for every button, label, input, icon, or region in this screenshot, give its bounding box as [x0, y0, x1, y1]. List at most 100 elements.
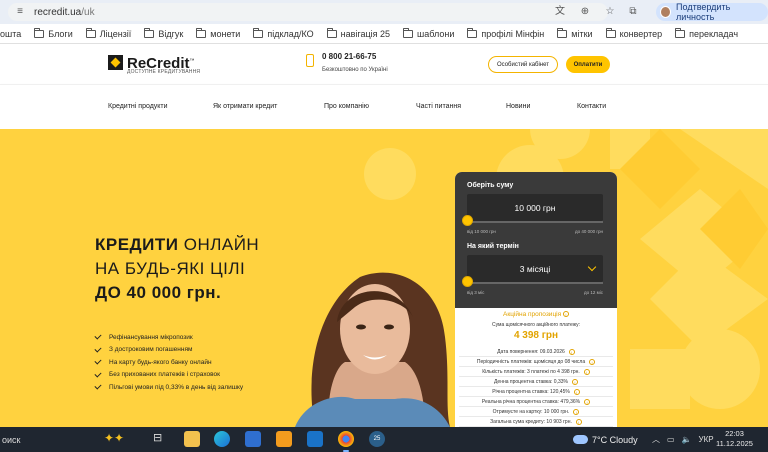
folder-icon	[605, 27, 616, 38]
folder-icon	[253, 27, 264, 38]
translate-icon[interactable]: 文	[554, 6, 566, 18]
copilot-sparkle-icon[interactable]: ✦✦	[104, 431, 124, 445]
feature-list: Рефінансування мікропозик З достроковим …	[94, 331, 243, 394]
chevron-up-icon[interactable]: ︿	[652, 434, 660, 445]
extensions-icon[interactable]: ⧉	[627, 6, 639, 18]
feature-item: З достроковим погашенням	[94, 344, 243, 357]
feature-item: Без прихованих платежів і страховок	[94, 369, 243, 382]
system-tray: ︿ ▭ 🔈 УКР	[652, 427, 714, 452]
folder-icon	[144, 27, 155, 38]
promo-detail-row: Періодичність платежів: щомісяця до 08 ч…	[459, 358, 613, 367]
term-slider-track[interactable]	[467, 282, 603, 284]
feature-item: Пільгові умови під 0,33% в день від зали…	[94, 381, 243, 394]
amount-slider-track[interactable]	[467, 221, 603, 223]
weather-widget[interactable]: 7°C Cloudy	[573, 427, 638, 452]
logo[interactable]: ReCredit™ ДОСТУПНЕ КРЕДИТУВАННЯ	[108, 54, 200, 75]
site-info-icon[interactable]: ≡	[14, 6, 26, 18]
check-icon	[94, 357, 102, 365]
url-text[interactable]: recredit.ua/uk	[34, 7, 95, 18]
loan-calculator: Оберіть суму 10 000 грн від 10 000 грн д…	[455, 172, 617, 427]
avatar	[660, 6, 672, 18]
bookmark-item[interactable]: Відгук	[144, 27, 183, 39]
info-icon[interactable]: i	[571, 379, 578, 385]
term-slider-handle[interactable]	[462, 276, 473, 287]
check-icon	[94, 382, 102, 390]
info-icon[interactable]: i	[573, 409, 580, 415]
bookmark-item[interactable]: шаблони	[403, 27, 454, 39]
hero-section: КРЕДИТИ ОНЛАЙН НА БУДЬ-ЯКІ ЦІЛІ ДО 40 00…	[0, 129, 768, 427]
app-icon-orange[interactable]	[276, 431, 292, 447]
info-icon[interactable]: i	[573, 389, 580, 395]
promo-summary: Акційна пропозиція i Сума щомісячного ак…	[455, 308, 617, 427]
feature-item: Рефінансування мікропозик	[94, 331, 243, 344]
volume-icon[interactable]: 🔈	[682, 435, 692, 444]
browser-toolbar: ≡ recredit.ua/uk 文 ⊕ ☆ ⧉ Подтвердить лич…	[0, 0, 768, 24]
bookmarks-bar: ошта Блоги Ліцензії Відгук монети підклад/КО н…	[0, 24, 768, 44]
promo-detail-row: Кількість платежів: 3 платежі по 4 398 г…	[459, 368, 613, 377]
bookmark-item[interactable]: профілі Мінфін	[467, 27, 544, 39]
info-icon[interactable]: i	[568, 349, 575, 355]
hero-woman-photo	[295, 272, 450, 427]
logo-tagline: ДОСТУПНЕ КРЕДИТУВАННЯ	[127, 69, 201, 75]
nav-news[interactable]: Новини	[506, 103, 530, 110]
promo-detail-row: Отримуєте на картку: 10 000 грн. i	[459, 408, 613, 417]
bookmark-star-icon[interactable]: ☆	[604, 6, 616, 18]
folder-icon	[85, 27, 96, 38]
clock[interactable]: 22:03 11.12.2025	[716, 429, 753, 449]
bookmark-item[interactable]: ошта	[0, 29, 21, 39]
nav-how-to-get[interactable]: Як отримати кредит	[213, 103, 277, 110]
file-explorer-icon[interactable]	[184, 431, 200, 447]
feature-item: На карту будь-якого банку онлайн	[94, 356, 243, 369]
info-icon[interactable]: i	[575, 419, 582, 425]
check-icon	[94, 370, 102, 378]
zoom-icon[interactable]: ⊕	[579, 6, 591, 18]
bookmark-item[interactable]: Блоги	[34, 27, 73, 39]
language-indicator[interactable]: УКР	[699, 435, 714, 444]
site-header: ReCredit™ ДОСТУПНЕ КРЕДИТУВАННЯ 0 800 21…	[0, 44, 768, 84]
windows-taskbar: оиск ✦✦ ⊟ 25 7°C Cloudy ︿ ▭ 🔈 УКР 22:03 …	[0, 427, 768, 452]
promo-payment: 4 398 грн	[513, 330, 559, 341]
bookmark-item[interactable]: перекладач	[675, 27, 738, 39]
nav-faq[interactable]: Часті питання	[416, 103, 461, 110]
amount-slider-handle[interactable]	[462, 215, 473, 226]
bookmark-item[interactable]: конвертер	[605, 27, 662, 39]
folder-icon	[557, 27, 568, 38]
bookmark-item[interactable]: навігація 25	[326, 27, 390, 39]
term-value: 3 місяці	[519, 263, 551, 274]
bookmark-item[interactable]: монети	[196, 27, 240, 39]
taskbar-search[interactable]: оиск	[0, 427, 150, 452]
phone-number[interactable]: 0 800 21-66-75	[322, 52, 376, 61]
cabinet-button[interactable]: Особистий кабінет	[488, 56, 558, 73]
task-view-icon[interactable]: ⊟	[153, 431, 169, 447]
store-icon[interactable]	[245, 431, 261, 447]
info-icon[interactable]: i	[584, 399, 591, 405]
info-icon[interactable]: i	[583, 369, 590, 375]
battery-icon[interactable]: ▭	[667, 435, 675, 444]
bookmark-item[interactable]: підклад/КО	[253, 27, 314, 39]
term-max-label: до 12 міс	[584, 290, 603, 295]
bookmark-item[interactable]: мітки	[557, 27, 593, 39]
nav-contacts[interactable]: Контакти	[577, 103, 606, 110]
address-bar[interactable]: ≡ recredit.ua/uk	[8, 3, 608, 21]
profile-button[interactable]: Подтвердить личность	[656, 2, 768, 22]
nav-about[interactable]: Про компанію	[324, 103, 369, 110]
check-icon	[94, 332, 102, 340]
term-select[interactable]: 3 місяці	[467, 255, 603, 282]
nav-credit-products[interactable]: Кредитні продукти	[108, 103, 168, 110]
telegram-icon[interactable]: 25	[369, 431, 385, 447]
chrome-icon[interactable]	[338, 431, 354, 452]
outlook-icon[interactable]	[307, 431, 323, 447]
edge-icon[interactable]	[214, 431, 230, 447]
amount-label: Оберіть суму	[467, 182, 514, 189]
pay-button[interactable]: Оплатити	[566, 56, 610, 73]
promo-detail-row: Денна процентна ставка: 0,33% i	[459, 378, 613, 387]
bookmark-item[interactable]: Ліцензії	[85, 27, 131, 39]
folder-icon	[675, 27, 686, 38]
phone-icon	[306, 54, 314, 67]
amount-input[interactable]: 10 000 грн	[467, 194, 603, 221]
amount-max-label: до 40 000 грн	[574, 229, 603, 234]
phone-note: Безкоштовно по Україні	[322, 67, 388, 73]
info-icon[interactable]: i	[589, 359, 596, 365]
info-icon[interactable]: i	[562, 311, 569, 317]
promo-title: Акційна пропозиція i	[455, 311, 617, 318]
